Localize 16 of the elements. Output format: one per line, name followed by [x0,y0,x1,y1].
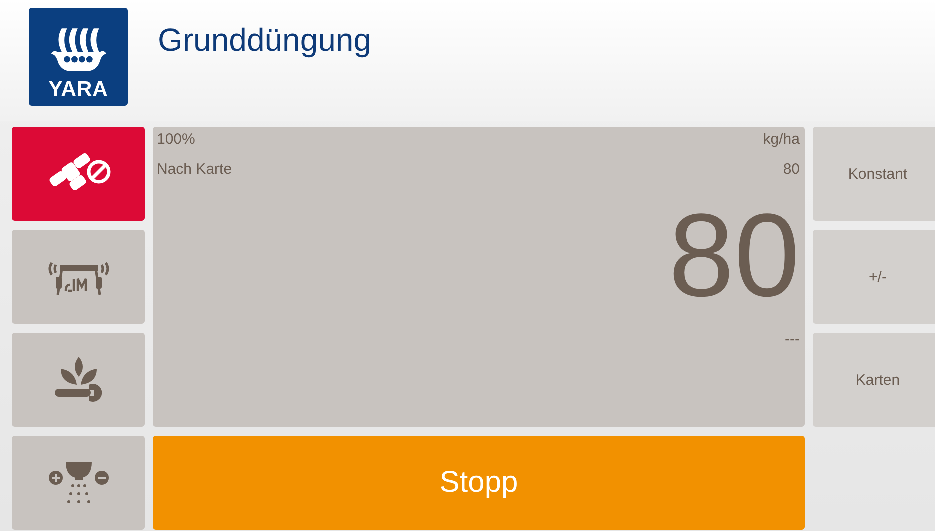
mode-button[interactable]: Karten [813,333,935,427]
page-title: Grunddüngung [158,22,372,59]
side-button[interactable] [12,230,145,324]
rate-value: 80 [668,197,800,315]
status-text: --- [785,331,800,349]
target-value: 80 [783,161,800,180]
mode-button[interactable]: Konstant [813,127,935,221]
logo-text: YARA [48,78,108,102]
stop-button[interactable]: Stopp [153,436,805,530]
mode-button[interactable]: +/- [813,230,935,324]
side-button[interactable] [12,436,145,530]
side-button[interactable] [12,333,145,427]
unit-label: kg/ha [763,131,800,150]
mode-label: Nach Karte [157,161,232,180]
percent-label: 100% [157,131,196,150]
side-button[interactable] [12,127,145,221]
